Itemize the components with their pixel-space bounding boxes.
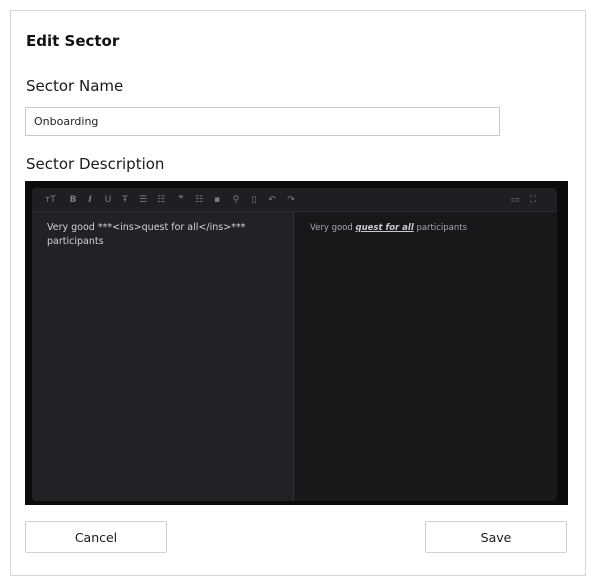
sector-description-label: Sector Description xyxy=(26,155,165,173)
preview-text-end: participants xyxy=(413,223,468,233)
bold-icon[interactable]: B xyxy=(68,193,78,207)
preview-toggle-icon[interactable]: ▭ xyxy=(510,193,520,207)
edit-sector-dialog: Edit Sector Sector Name Sector Descripti… xyxy=(10,10,586,576)
preview-emphasis: quest for all xyxy=(355,223,414,233)
unordered-list-icon[interactable]: ☰ xyxy=(138,193,148,207)
quote-icon[interactable]: ❞ xyxy=(176,193,186,207)
sector-name-label: Sector Name xyxy=(26,77,124,95)
sector-name-input[interactable] xyxy=(25,107,500,136)
underline-icon[interactable]: U xyxy=(103,193,113,207)
undo-icon[interactable]: ↶ xyxy=(267,193,277,207)
preview-text-start: Very good xyxy=(310,223,356,233)
italic-icon[interactable]: I xyxy=(85,193,95,207)
strikethrough-icon[interactable]: Ŧ xyxy=(120,193,130,207)
image-icon[interactable]: ▪ xyxy=(212,193,222,207)
editor-preview-pane: Very good quest for all participants xyxy=(295,212,557,501)
editor-toolbar: ᴛT B I U Ŧ ☰ ☷ ❞ ☷ ▪ ⚲ ▯ ↶ ↷ ▭ ⛶ xyxy=(32,188,557,212)
save-button[interactable]: Save xyxy=(425,521,567,553)
editor-source-text[interactable]: Very good ***<ins>quest for all</ins>***… xyxy=(47,221,282,249)
checklist-icon[interactable]: ☷ xyxy=(194,193,204,207)
table-icon[interactable]: ▯ xyxy=(249,193,259,207)
editor-source-pane[interactable]: Very good ***<ins>quest for all</ins>***… xyxy=(32,212,294,501)
link-icon[interactable]: ⚲ xyxy=(231,193,241,207)
dialog-title: Edit Sector xyxy=(26,32,120,50)
redo-icon[interactable]: ↷ xyxy=(286,193,296,207)
heading-icon[interactable]: ᴛT xyxy=(45,193,56,207)
editor-preview-text: Very good quest for all participants xyxy=(310,221,467,235)
cancel-button[interactable]: Cancel xyxy=(25,521,167,553)
markdown-editor: ᴛT B I U Ŧ ☰ ☷ ❞ ☷ ▪ ⚲ ▯ ↶ ↷ ▭ ⛶ Very go… xyxy=(32,188,557,501)
fullscreen-icon[interactable]: ⛶ xyxy=(528,193,538,207)
markdown-editor-frame: ᴛT B I U Ŧ ☰ ☷ ❞ ☷ ▪ ⚲ ▯ ↶ ↷ ▭ ⛶ Very go… xyxy=(25,181,568,505)
ordered-list-icon[interactable]: ☷ xyxy=(156,193,166,207)
